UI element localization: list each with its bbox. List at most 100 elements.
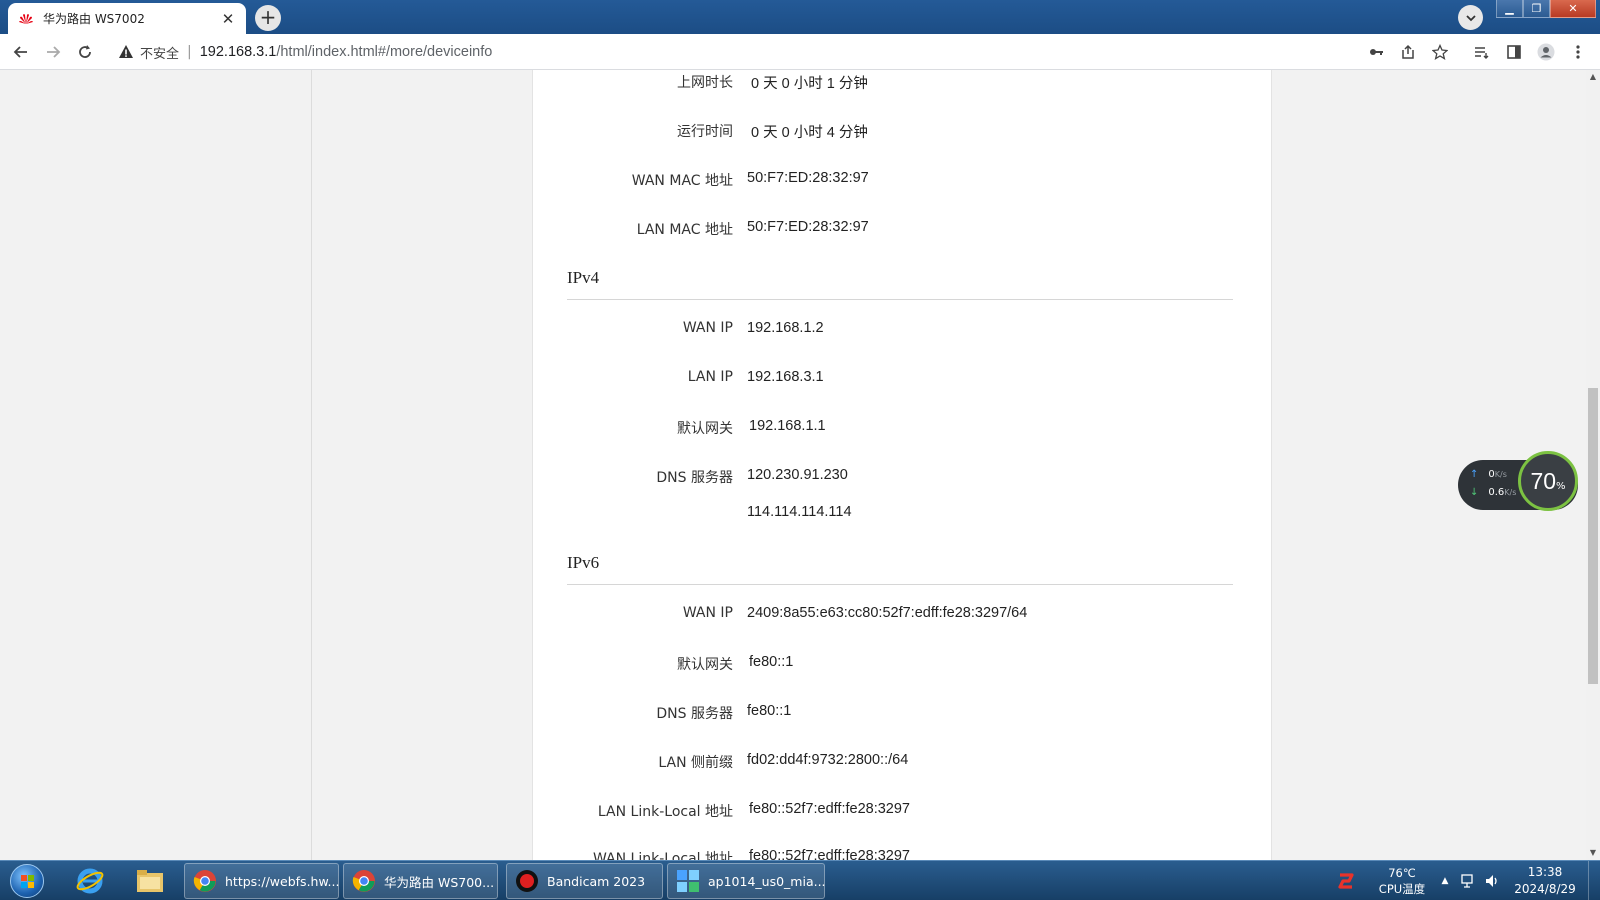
password-key-icon[interactable] xyxy=(1367,43,1385,61)
info-row-ipv4-lan-ip: LAN IP 192.168.3.1 xyxy=(533,369,1273,391)
info-value: 0 天 0 小时 4 分钟 xyxy=(751,125,868,141)
share-icon[interactable] xyxy=(1399,43,1417,61)
cpu-temp-label: CPU温度 xyxy=(1378,882,1426,896)
info-label: 默认网关 xyxy=(677,421,733,437)
info-label: LAN 侧前缀 xyxy=(658,755,733,771)
warning-icon[interactable] xyxy=(118,44,134,60)
clock-date: 2024/8/29 xyxy=(1514,882,1576,896)
ie-pinned-button[interactable] xyxy=(62,863,118,899)
taskbar-item-label: Bandicam 2023 xyxy=(547,873,646,889)
chevron-down-icon xyxy=(1465,14,1476,21)
tray-expand-icon[interactable]: ▲ xyxy=(1438,861,1452,900)
explorer-pinned-button[interactable] xyxy=(122,863,178,899)
profile-avatar-icon[interactable] xyxy=(1537,43,1555,61)
info-row-ipv6-wan-ip: WAN IP 2409:8a55:e63:cc80:52f7:edff:fe28… xyxy=(533,605,1273,627)
folder-icon xyxy=(137,870,163,892)
windows-taskbar: https://webfs.hw... 华为路由 WS700... Bandic… xyxy=(0,860,1600,900)
taskbar-item[interactable]: Bandicam 2023 xyxy=(506,863,663,899)
windows-logo-icon xyxy=(10,864,44,898)
scroll-thumb[interactable] xyxy=(1588,388,1598,684)
browser-tab-active[interactable]: 华为路由 WS7002 ✕ xyxy=(8,3,246,34)
info-value: 192.168.1.2 xyxy=(747,320,824,336)
section-divider xyxy=(567,299,1233,300)
url-host: 192.168.3.1 xyxy=(199,44,277,60)
download-arrow-icon: ↓ xyxy=(1470,487,1479,498)
browser-tabstrip: 华为路由 WS7002 ✕ + ▁ ❐ ✕ xyxy=(0,0,1600,34)
kebab-menu-icon[interactable] xyxy=(1569,43,1587,61)
side-panel-icon[interactable] xyxy=(1505,43,1523,61)
info-value: 50:F7:ED:28:32:97 xyxy=(747,170,869,186)
info-value: fe80::52f7:edff:fe28:3297 xyxy=(749,848,910,860)
url-path: /html/index.html#/more/deviceinfo xyxy=(276,44,493,60)
info-row-ipv4-dns: DNS 服务器 120.230.91.230 xyxy=(533,467,1273,489)
taskbar-item[interactable]: 华为路由 WS700... xyxy=(343,863,498,899)
forward-button[interactable] xyxy=(41,40,65,64)
info-label: DNS 服务器 xyxy=(656,706,733,722)
chrome-icon xyxy=(193,870,216,892)
taskbar-item-label: ap1014_us0_mia... xyxy=(708,873,826,889)
tab-close-icon[interactable]: ✕ xyxy=(220,11,236,27)
sogou-ime-icon[interactable] xyxy=(1336,861,1358,900)
info-row-ipv4-gateway: 默认网关 192.168.1.1 xyxy=(533,418,1273,440)
taskbar-item-label: https://webfs.hw... xyxy=(225,873,340,889)
taskbar-item[interactable]: ap1014_us0_mia... xyxy=(667,863,826,899)
info-label: LAN IP xyxy=(687,369,733,385)
cpu-temperature[interactable]: 76℃ CPU温度 xyxy=(1370,861,1434,900)
tab-search-button[interactable] xyxy=(1458,5,1483,30)
download-unit: K/s xyxy=(1504,488,1517,497)
section-title-ipv4: IPv4 xyxy=(567,268,600,287)
info-row-wan-mac: WAN MAC 地址 50:F7:ED:28:32:97 xyxy=(533,170,1273,192)
info-value: 2409:8a55:e63:cc80:52f7:edff:fe28:3297/6… xyxy=(747,605,1028,621)
chrome-icon xyxy=(352,870,375,892)
page-scrollbar[interactable]: ▲ ▼ xyxy=(1586,70,1600,860)
scroll-down-arrow-icon[interactable]: ▼ xyxy=(1586,846,1600,860)
cpu-temp-value: 76℃ xyxy=(1388,866,1416,880)
info-value: fe80::52f7:edff:fe28:3297 xyxy=(749,801,910,817)
info-row-uptime: 运行时间 0 天 0 小时 4 分钟 xyxy=(533,121,1273,143)
device-info-panel: 上网时长 0 天 0 小时 1 分钟 运行时间 0 天 0 小时 4 分钟 WA… xyxy=(532,70,1272,860)
download-value: 0.6 xyxy=(1488,487,1505,498)
start-button[interactable] xyxy=(4,862,50,900)
network-icon[interactable] xyxy=(1460,861,1478,900)
cpu-usage-gauge[interactable]: 70% xyxy=(1518,451,1578,511)
huawei-logo-icon xyxy=(18,11,34,27)
upload-speed: ↑ 0K/s xyxy=(1470,469,1507,480)
tab-title: 华为路由 WS7002 xyxy=(43,12,145,26)
arrow-left-icon xyxy=(13,46,27,58)
restore-button[interactable]: ❐ xyxy=(1523,0,1550,18)
taskbar-clock[interactable]: 13:38 2024/8/29 xyxy=(1510,864,1580,898)
upload-arrow-icon: ↑ xyxy=(1470,469,1479,480)
info-label: 上网时长 xyxy=(677,75,733,91)
scroll-up-arrow-icon[interactable]: ▲ xyxy=(1586,70,1600,84)
address-bar[interactable]: 不安全 | 192.168.3.1/html/index.html#/more/… xyxy=(110,38,1400,66)
info-row-ipv6-lan-prefix: LAN 侧前缀 fd02:dd4f:9732:2800::/64 xyxy=(533,752,1273,774)
info-row-ipv6-wan-link-local: WAN Link-Local 地址 fe80::52f7:edff:fe28:3… xyxy=(533,848,1273,860)
section-divider xyxy=(567,584,1233,585)
close-window-button[interactable]: ✕ xyxy=(1550,0,1596,18)
volume-icon[interactable] xyxy=(1484,861,1502,900)
info-value: 192.168.1.1 xyxy=(749,418,826,434)
security-label[interactable]: 不安全 xyxy=(140,43,179,62)
browser-toolbar: 不安全 | 192.168.3.1/html/index.html#/more/… xyxy=(0,34,1600,70)
info-value: fe80::1 xyxy=(747,703,792,719)
reload-icon xyxy=(79,45,91,58)
info-label: WAN Link-Local 地址 xyxy=(592,851,733,860)
sidebar-border xyxy=(311,70,312,860)
info-value: 0 天 0 小时 1 分钟 xyxy=(751,76,868,92)
reading-list-icon[interactable] xyxy=(1472,43,1490,61)
info-row-ipv4-dns-secondary: 114.114.114.114 xyxy=(533,504,1273,526)
download-speed: ↓ 0.6K/s xyxy=(1470,487,1516,498)
show-desktop-button[interactable] xyxy=(1588,861,1600,900)
new-tab-button[interactable]: + xyxy=(255,5,281,31)
info-label: 默认网关 xyxy=(677,657,733,673)
reload-button[interactable] xyxy=(73,40,97,64)
taskbar-item[interactable]: https://webfs.hw... xyxy=(184,863,339,899)
bookmark-star-icon[interactable] xyxy=(1431,43,1449,61)
back-button[interactable] xyxy=(9,40,33,64)
minimize-button[interactable]: ▁ xyxy=(1496,0,1523,18)
cpu-percent-sign: % xyxy=(1556,481,1566,492)
info-row-lan-mac: LAN MAC 地址 50:F7:ED:28:32:97 xyxy=(533,219,1273,241)
clock-time: 13:38 xyxy=(1527,865,1563,879)
internet-explorer-icon xyxy=(76,868,104,894)
app-icon xyxy=(677,870,699,892)
